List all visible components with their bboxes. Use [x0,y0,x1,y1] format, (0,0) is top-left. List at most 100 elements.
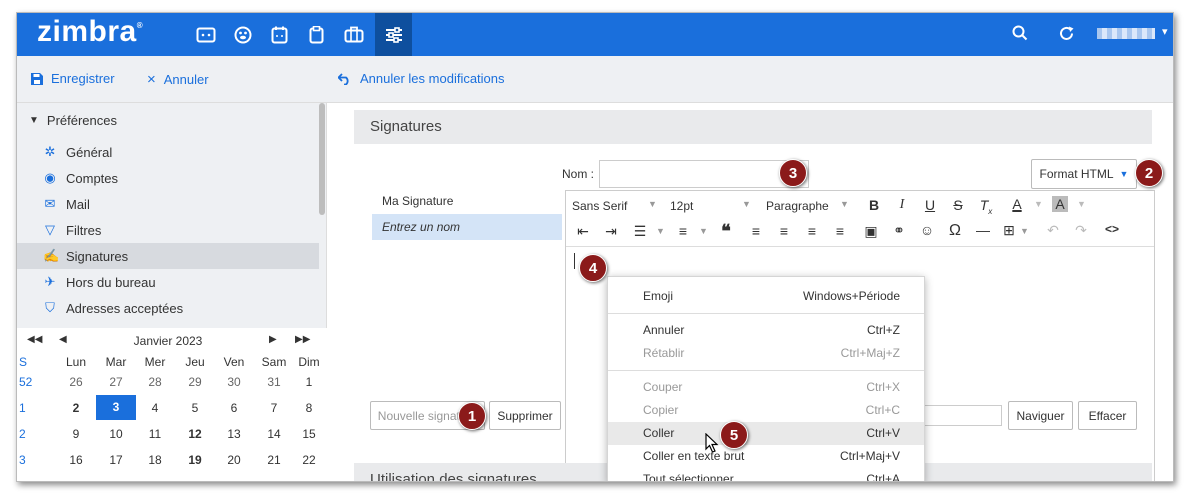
user-account-name[interactable] [1097,28,1155,39]
calendar-day[interactable]: 3 [96,395,136,420]
next-year-icon[interactable]: ▶▶ [295,334,310,345]
preferences-header[interactable]: ▼ Préférences [29,113,117,129]
calendar-day[interactable]: 4 [138,397,172,419]
context-menu-item-emoji[interactable]: Emoji Windows+Période [608,285,924,308]
align-center-icon[interactable]: ≡ [773,223,795,239]
calendar-day[interactable]: 16 [59,449,93,471]
calendar-day[interactable]: 12 [178,423,212,445]
signature-name-input[interactable] [599,160,809,188]
week-number[interactable]: 2 [19,423,39,445]
background-color-icon[interactable]: A [1052,196,1068,212]
sidebar-item-trusted-addresses[interactable]: ⛉ Adresses acceptées [17,295,319,321]
mail-app-icon[interactable] [187,13,224,56]
calendar-day[interactable]: 28 [138,371,172,393]
calendar-day[interactable]: 19 [178,449,212,471]
undo-icon[interactable]: ↶ [1042,222,1064,239]
calendar-day[interactable]: 20 [217,449,251,471]
font-family-select[interactable]: Sans Serif [572,199,627,213]
calendar-day[interactable]: 11 [138,423,172,445]
browse-button[interactable]: Naviguer [1008,401,1073,430]
table-icon[interactable]: ⊞ [998,222,1020,239]
align-left-icon[interactable]: ≡ [745,223,767,239]
horizontal-rule-icon[interactable]: — [972,222,994,238]
redo-icon[interactable]: ↷ [1070,222,1092,239]
save-button[interactable]: Enregistrer [31,71,115,86]
week-number[interactable]: 1 [19,397,39,419]
calendar-day[interactable]: 29 [178,371,212,393]
block-format-select[interactable]: Paragraphe [766,199,829,213]
calendar-day[interactable]: 15 [292,423,326,445]
chevron-down-icon[interactable]: ▾ [1162,25,1168,38]
image-icon[interactable]: ▣ [860,223,882,240]
search-icon[interactable] [1012,25,1028,46]
list-item[interactable]: Ma Signature [372,188,562,214]
sidebar-item-filters[interactable]: ▽ Filtres [17,217,319,243]
underline-icon[interactable]: U [919,197,941,213]
source-code-icon[interactable]: <> [1101,222,1123,236]
align-justify-icon[interactable]: ≡ [829,223,851,239]
indent-icon[interactable]: ⇥ [600,223,622,240]
file-path-input[interactable] [922,405,1002,426]
blockquote-icon[interactable]: ❝ [715,221,737,242]
bold-icon[interactable]: B [863,197,885,213]
emoji-icon[interactable]: ☺ [916,222,938,238]
clear-button[interactable]: Effacer [1078,401,1137,430]
zimbra-logo[interactable]: zimbra® [37,15,143,49]
context-menu-item-cut[interactable]: Couper Ctrl+X [608,376,924,399]
calendar-day[interactable]: 14 [257,423,291,445]
calendar-day[interactable]: 13 [217,423,251,445]
sidebar-scrollbar[interactable] [319,103,325,215]
contacts-app-icon[interactable] [224,13,261,56]
calendar-day[interactable]: 1 [292,371,326,393]
calendar-app-icon[interactable] [261,13,298,56]
context-menu-item-undo[interactable]: Annuler Ctrl+Z [608,319,924,342]
calendar-day[interactable]: 22 [292,449,326,471]
strikethrough-icon[interactable]: S [947,197,969,213]
calendar-day[interactable]: 30 [217,371,251,393]
calendar-day[interactable]: 8 [292,397,326,419]
outdent-icon[interactable]: ⇤ [572,223,594,240]
calendar-day[interactable]: 6 [217,397,251,419]
context-menu-item-paste[interactable]: Coller Ctrl+V [608,422,924,445]
text-color-icon[interactable]: A [1006,196,1028,212]
context-menu-item-copy[interactable]: Copier Ctrl+C [608,399,924,422]
context-menu-item-select-all[interactable]: Tout sélectionner Ctrl+A [608,468,924,481]
sidebar-item-mail[interactable]: ✉ Mail [17,191,319,217]
week-number[interactable]: 3 [19,449,39,471]
preferences-app-icon[interactable] [375,13,412,56]
context-menu-item-paste-plain-text[interactable]: Coller en texte brut Ctrl+Maj+V [608,445,924,468]
calendar-day[interactable]: 18 [138,449,172,471]
format-html-button[interactable]: Format HTML ▼ [1031,159,1137,189]
context-menu-item-redo[interactable]: Rétablir Ctrl+Maj+Z [608,342,924,365]
calendar-day[interactable]: 2 [59,397,93,419]
calendar-day[interactable]: 10 [99,423,133,445]
calendar-day[interactable]: 17 [99,449,133,471]
align-right-icon[interactable]: ≡ [801,223,823,239]
sidebar-item-signatures[interactable]: ✍ Signatures [17,243,319,269]
special-character-icon[interactable]: Ω [944,222,966,240]
calendar-day[interactable]: 9 [59,423,93,445]
calendar-day[interactable]: 27 [99,371,133,393]
delete-button[interactable]: Supprimer [489,401,561,430]
bullet-list-icon[interactable]: ☰ [629,223,651,240]
calendar-day[interactable]: 7 [257,397,291,419]
italic-icon[interactable]: I [891,197,913,213]
clear-formatting-icon[interactable]: Tx [975,197,997,216]
next-month-icon[interactable]: ▶ [269,334,277,345]
cancel-button[interactable]: × Annuler [147,71,209,88]
week-number[interactable]: 52 [19,371,39,393]
calendar-day[interactable]: 21 [257,449,291,471]
calendar-day[interactable]: 31 [257,371,291,393]
refresh-icon[interactable] [1058,25,1075,47]
sidebar-item-general[interactable]: ✲ Général [17,139,319,165]
sidebar-item-out-of-office[interactable]: ✈ Hors du bureau [17,269,319,295]
list-item[interactable]: Entrez un nom [372,214,562,240]
sidebar-item-accounts[interactable]: ◉ Comptes [17,165,319,191]
calendar-day[interactable]: 26 [59,371,93,393]
tasks-app-icon[interactable] [298,13,335,56]
font-size-select[interactable]: 12pt [670,199,693,213]
calendar-day[interactable]: 5 [178,397,212,419]
link-icon[interactable]: ⚭ [888,222,910,239]
numbered-list-icon[interactable]: ≡ [672,223,694,239]
briefcase-app-icon[interactable] [335,13,372,56]
